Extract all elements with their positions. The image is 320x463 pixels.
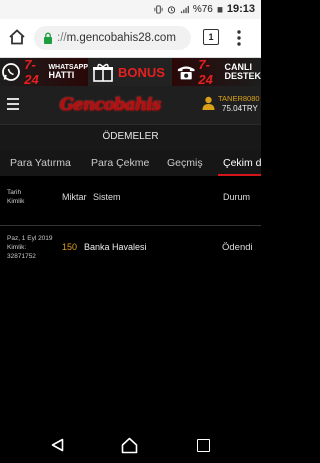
phone-icon — [177, 66, 195, 80]
promo-banner: 7-24 WHATSAPP HATTI BONUS 7-24 CANLI DES… — [0, 57, 261, 87]
live-support-banner[interactable]: 7-24 CANLI DESTEK — [172, 57, 261, 87]
home-icon[interactable] — [8, 28, 26, 46]
address-bar[interactable]: ://m.gencobahis28.com — [34, 26, 191, 50]
whatsapp-label-line2: HATTI — [48, 70, 75, 80]
column-header-date: Tarih Kimlik — [7, 188, 24, 206]
gift-icon — [93, 63, 113, 82]
battery-icon — [217, 6, 223, 12]
tab-withdraw[interactable]: Para Çekme — [91, 150, 149, 176]
url-host: m.gencobahis28.com — [66, 32, 176, 44]
live-label: CANLI DESTEK — [222, 63, 261, 81]
browser-toolbar: ://m.gencobahis28.com 1 — [0, 19, 261, 58]
tab-withdrawal-details[interactable]: Çekim de — [218, 150, 261, 176]
bonus-banner[interactable]: BONUS — [88, 58, 172, 86]
column-header-status: Durum — [223, 192, 251, 202]
user-icon[interactable] — [202, 96, 215, 110]
url-text: ://m.gencobahis28.com — [57, 32, 176, 44]
page-title-bar: ÖDEMELER — [0, 124, 261, 150]
table-row[interactable]: Paz, 1 Eyl 2019 Kimlik: 32871752 150 Ban… — [0, 225, 261, 268]
alarm-icon — [167, 5, 175, 14]
whatsapp-label: WHATSAPP HATTI — [46, 64, 88, 80]
tab-switcher-button[interactable]: 1 — [203, 29, 219, 45]
status-bar: %76 19:13 — [0, 0, 261, 19]
balance: 75.04TRY — [222, 104, 258, 113]
tab-history[interactable]: Geçmiş — [167, 150, 203, 176]
battery-percent: %76 — [192, 3, 213, 15]
signal-icon — [180, 5, 189, 13]
live-label-line2: DESTEK — [224, 71, 261, 81]
hamburger-menu-icon[interactable] — [7, 98, 19, 110]
live-hours: 7-24 — [198, 57, 213, 87]
payments-tabs: Para Yatırma Para Çekme Geçmiş Çekim de — [0, 150, 261, 176]
more-menu-icon[interactable] — [236, 29, 242, 47]
row-amount: 150 — [62, 242, 78, 252]
username[interactable]: TANER8080 — [218, 94, 260, 103]
header-date-label: Tarih — [7, 189, 22, 196]
whatsapp-hours: 7-24 — [24, 57, 39, 87]
back-icon[interactable] — [51, 438, 64, 452]
recent-apps-icon[interactable] — [197, 439, 210, 452]
page-title: ÖDEMELER — [102, 131, 159, 142]
home-nav-icon[interactable] — [121, 437, 138, 454]
lock-icon — [44, 32, 52, 44]
android-nav-bar — [0, 425, 261, 463]
bonus-label: BONUS — [118, 64, 165, 80]
vibrate-icon — [154, 4, 163, 14]
whatsapp-banner[interactable]: 7-24 WHATSAPP HATTI — [0, 57, 88, 87]
clock: 19:13 — [226, 3, 255, 15]
header-id-label: Kimlik — [7, 198, 25, 205]
site-header: Gencobahis TANER8080 75.04TRY — [0, 86, 261, 124]
row-id-label: Kimlik: — [7, 244, 27, 251]
tab-deposit[interactable]: Para Yatırma — [10, 150, 71, 176]
whatsapp-icon — [0, 59, 22, 85]
row-system: Banka Havalesi — [84, 242, 147, 252]
logo-text: Gencobahis — [59, 95, 162, 115]
column-header-system: Sistem — [93, 192, 121, 202]
url-scheme: :// — [57, 32, 67, 44]
table-header: Tarih Kimlik Miktar Sistem Durum — [0, 186, 261, 210]
column-header-amount: Miktar — [62, 192, 87, 202]
row-status: Ödendi — [222, 242, 253, 253]
status-icons: %76 19:13 — [154, 3, 255, 15]
site-logo[interactable]: Gencobahis — [59, 91, 162, 119]
row-id: 32871752 — [7, 253, 36, 260]
row-date: Paz, 1 Eyl 2019 — [7, 235, 53, 242]
row-date-cell: Paz, 1 Eyl 2019 Kimlik: 32871752 — [7, 234, 53, 261]
